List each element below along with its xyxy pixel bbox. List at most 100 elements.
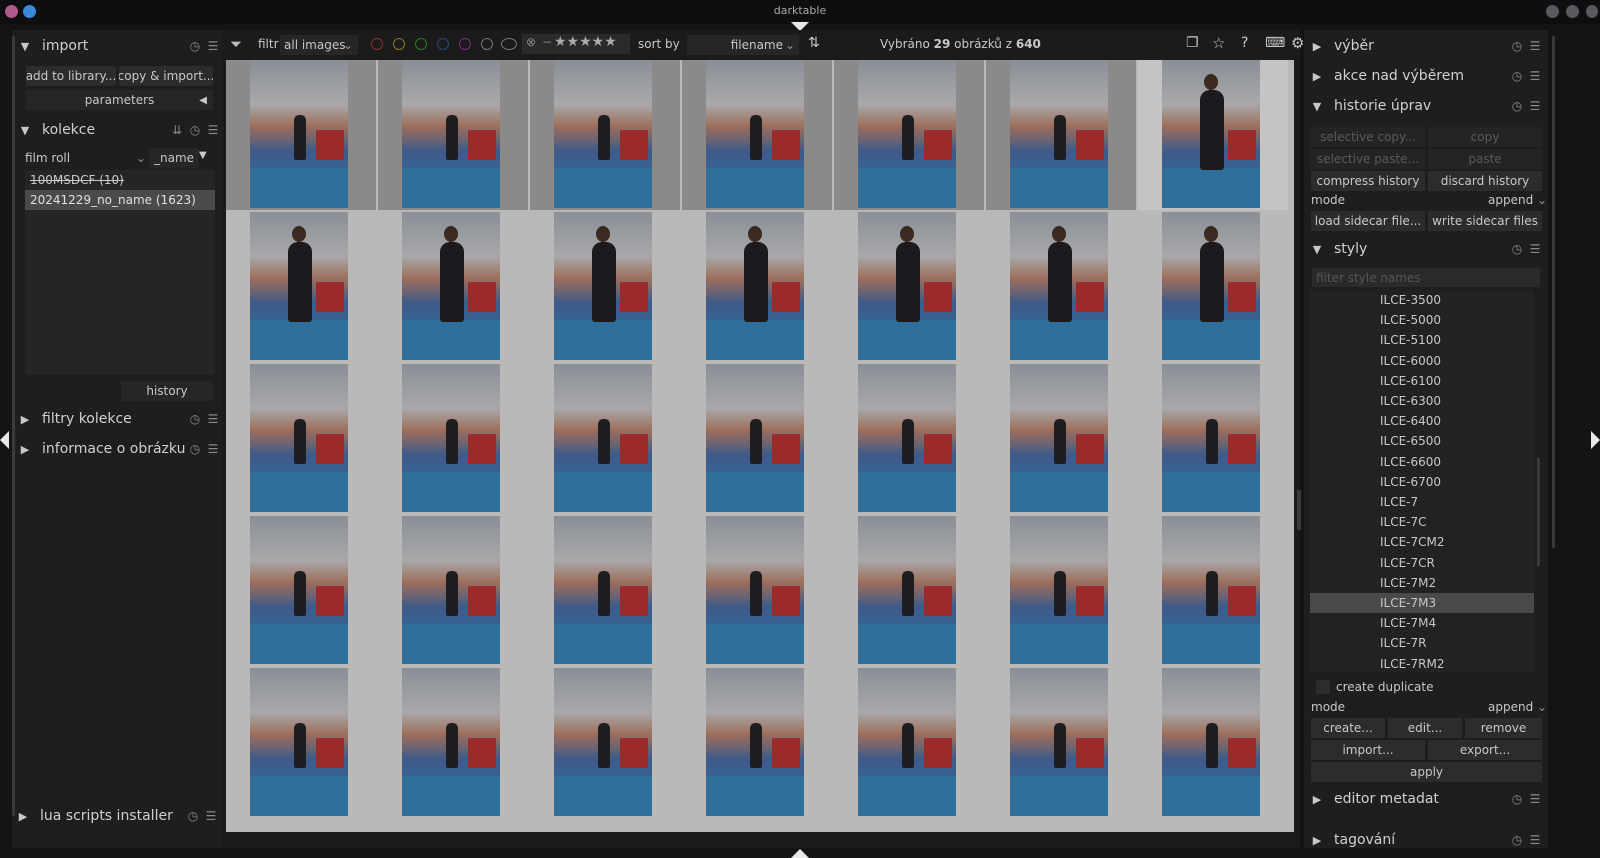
bottom-panel-toggle[interactable] — [791, 849, 809, 858]
expand-arrow-icon[interactable]: ▶ — [1308, 40, 1326, 53]
discard-history-button[interactable]: discard history — [1428, 171, 1542, 191]
import-style-button[interactable]: import... — [1311, 740, 1425, 760]
remove-style-button[interactable]: remove — [1465, 718, 1542, 738]
thumbnail[interactable] — [682, 668, 832, 818]
thumbnail[interactable] — [834, 668, 984, 818]
thumbnail[interactable] — [226, 364, 376, 514]
style-item[interactable]: ILCE-6600 — [1310, 452, 1534, 472]
module-vyber[interactable]: ▶ výběr ◷ ☰ — [1308, 33, 1544, 59]
thumbnail[interactable] — [986, 212, 1136, 362]
mode-select[interactable]: append ⌄ — [1488, 700, 1547, 714]
thumbnail[interactable] — [378, 212, 528, 362]
collapse-arrow-icon[interactable]: ▼ — [1308, 243, 1326, 256]
parameters-button[interactable]: parameters ◀ — [26, 90, 213, 110]
style-item[interactable]: ILCE-7RM2 — [1310, 654, 1534, 672]
thumbnail[interactable] — [530, 60, 680, 210]
thumbnail[interactable] — [530, 668, 680, 818]
close-button[interactable] — [1586, 5, 1598, 18]
presets-icon[interactable]: ☰ — [204, 412, 222, 426]
module-informace[interactable]: ▶ informace o obrázku ◷ ☰ — [16, 436, 222, 462]
sort-order-icon[interactable]: ⇊ — [168, 123, 186, 137]
thumbnail[interactable] — [530, 516, 680, 666]
reset-icon[interactable]: ◷ — [184, 809, 202, 823]
style-item[interactable]: ILCE-6100 — [1310, 371, 1534, 391]
style-item[interactable]: ILCE-7R — [1310, 633, 1534, 653]
keyboard-icon[interactable]: ⌨ — [1265, 35, 1285, 51]
color-label-red-icon[interactable] — [371, 38, 383, 50]
color-label-gray-icon[interactable] — [481, 38, 493, 50]
sort-name-field[interactable]: _name — [149, 148, 199, 168]
color-label-blue-icon[interactable] — [437, 38, 449, 50]
center-scrollbar[interactable] — [1297, 490, 1301, 530]
presets-icon[interactable]: ☰ — [202, 809, 220, 823]
thumbnail[interactable] — [378, 60, 528, 210]
copy-import-button[interactable]: copy & import... — [119, 66, 213, 86]
module-kolekce[interactable]: ▼ kolekce ⇊ ◷ ☰ — [16, 117, 222, 143]
thumbnail[interactable] — [226, 60, 376, 210]
thumbnail[interactable] — [378, 668, 528, 818]
minimize-button[interactable] — [1546, 5, 1559, 18]
collection-property[interactable]: film roll — [25, 151, 70, 165]
collapse-arrow-icon[interactable]: ▼ — [1308, 100, 1326, 113]
thumbnail[interactable] — [986, 516, 1136, 666]
style-item[interactable]: ILCE-7CM2 — [1310, 532, 1534, 552]
write-sidecar-button[interactable]: write sidecar files — [1428, 211, 1542, 231]
style-item[interactable]: ILCE-6700 — [1310, 472, 1534, 492]
reset-icon[interactable]: ◷ — [1508, 242, 1526, 256]
thumbnail[interactable] — [226, 212, 376, 362]
create-style-button[interactable]: create... — [1311, 718, 1385, 738]
style-item[interactable]: ILCE-6500 — [1310, 431, 1534, 451]
history-button[interactable]: history — [121, 381, 213, 401]
style-item[interactable]: ILCE-7CR — [1310, 553, 1534, 573]
expand-arrow-icon[interactable]: ▶ — [16, 413, 34, 426]
module-tagovani[interactable]: ▶ tagování ◷ ☰ — [1308, 830, 1544, 850]
thumbnail[interactable] — [378, 364, 528, 514]
style-item[interactable]: ILCE-6300 — [1310, 391, 1534, 411]
collapse-arrow-icon[interactable]: ▼ — [16, 40, 34, 53]
apply-style-button[interactable]: apply — [1311, 762, 1542, 782]
expand-arrow-icon[interactable]: ▶ — [1308, 834, 1326, 847]
reset-icon[interactable]: ◷ — [1508, 69, 1526, 83]
thumbnail[interactable] — [834, 364, 984, 514]
copy-button[interactable]: copy — [1428, 127, 1542, 147]
mode-select[interactable]: append ⌄ — [1488, 193, 1547, 207]
collapse-arrow-icon[interactable]: ▼ — [16, 124, 34, 137]
expand-arrow-icon[interactable]: ▶ — [14, 810, 32, 823]
presets-icon[interactable]: ☰ — [1526, 69, 1544, 83]
help-icon[interactable]: ? — [1241, 35, 1248, 51]
right-scrollbar[interactable] — [1552, 36, 1555, 548]
module-filtry[interactable]: ▶ filtry kolekce ◷ ☰ — [16, 406, 222, 432]
list-item[interactable]: 100MSDCF (10) — [25, 170, 215, 190]
chevron-down-icon[interactable]: ⌄ — [136, 151, 146, 165]
load-sidecar-button[interactable]: load sidecar file... — [1311, 211, 1425, 231]
color-op-icon[interactable] — [501, 38, 517, 50]
reset-icon[interactable]: ◷ — [1508, 833, 1526, 847]
presets-icon[interactable]: ☰ — [1526, 833, 1544, 847]
thumbnail[interactable] — [530, 364, 680, 514]
left-scrollbar[interactable] — [12, 36, 15, 816]
style-item[interactable]: ILCE-7C — [1310, 512, 1534, 532]
expand-arrow-icon[interactable]: ▶ — [1308, 793, 1326, 806]
style-item[interactable]: ILCE-3500 — [1310, 290, 1534, 310]
paste-button[interactable]: paste — [1428, 149, 1542, 169]
thumbnail[interactable] — [1138, 364, 1288, 514]
filter-select[interactable]: all images ⌄ — [280, 35, 358, 55]
reset-icon[interactable]: ◷ — [186, 442, 204, 456]
presets-icon[interactable]: ☰ — [1526, 792, 1544, 806]
gear-icon[interactable]: ⚙ — [1291, 34, 1304, 52]
sort-select[interactable]: filename ⌄ — [687, 35, 799, 55]
thumbnail[interactable] — [226, 516, 376, 666]
thumbnail[interactable] — [682, 60, 832, 210]
module-import[interactable]: ▼ import ◷ ☰ — [16, 33, 222, 59]
filter-down-icon[interactable]: ▼ — [199, 150, 207, 161]
selective-paste-button[interactable]: selective paste... — [1311, 149, 1425, 169]
thumbnail[interactable] — [1138, 516, 1288, 666]
reset-icon[interactable]: ◷ — [1508, 39, 1526, 53]
left-panel-toggle[interactable] — [0, 431, 9, 449]
color-label-yellow-icon[interactable] — [393, 38, 405, 50]
module-styly[interactable]: ▼ styly ◷ ☰ — [1308, 236, 1544, 262]
reset-icon[interactable]: ◷ — [1508, 99, 1526, 113]
edit-style-button[interactable]: edit... — [1388, 718, 1462, 738]
stars-icon[interactable]: ★★★★★ — [554, 34, 617, 50]
presets-icon[interactable]: ☰ — [204, 39, 222, 53]
